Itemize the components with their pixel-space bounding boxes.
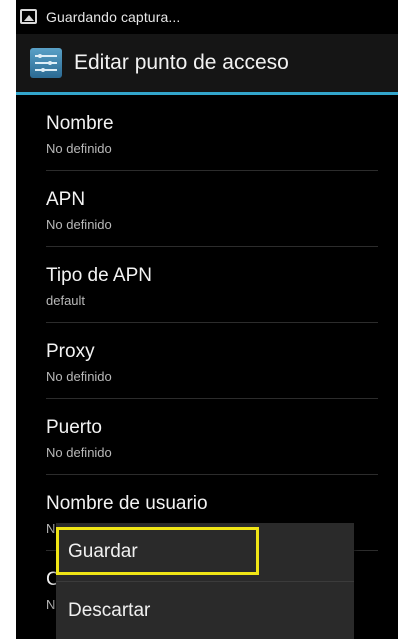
page-title: Editar punto de acceso <box>74 51 289 74</box>
action-bar: Editar punto de acceso <box>16 34 398 95</box>
pref-nombre[interactable]: Nombre No definido <box>16 95 398 171</box>
pref-puerto[interactable]: Puerto No definido <box>16 399 398 475</box>
status-notification-text: Guardando captura... <box>46 9 181 25</box>
pref-summary: No definido <box>46 141 112 156</box>
pref-title: APN <box>46 189 86 210</box>
pref-summary: No definido <box>46 445 112 460</box>
menu-item-label: Descartar <box>68 600 151 621</box>
pref-title: Nombre <box>46 113 114 134</box>
settings-sliders-icon[interactable] <box>30 48 62 78</box>
pref-tipo-apn[interactable]: Tipo de APN default <box>16 247 398 323</box>
pref-title: Nombre de usuario <box>46 493 208 514</box>
options-menu: Guardar Descartar <box>56 523 354 639</box>
menu-item-guardar[interactable]: Guardar <box>56 523 354 581</box>
status-bar: Guardando captura... <box>16 0 398 34</box>
pref-summary: default <box>46 293 86 308</box>
pref-summary: N <box>46 521 56 536</box>
pref-summary: No definido <box>46 217 112 232</box>
pref-title: Tipo de APN <box>46 265 152 286</box>
pref-title: Puerto <box>46 417 102 438</box>
image-icon <box>20 9 37 24</box>
pref-summary: N <box>46 597 56 612</box>
pref-apn[interactable]: APN No definido <box>16 171 398 247</box>
pref-title: Proxy <box>46 341 95 362</box>
phone-screen: Guardando captura... Editar punto de acc… <box>16 0 398 639</box>
pref-summary: No definido <box>46 369 112 384</box>
pref-proxy[interactable]: Proxy No definido <box>16 323 398 399</box>
menu-item-label: Guardar <box>68 541 138 562</box>
menu-item-descartar[interactable]: Descartar <box>56 582 354 639</box>
